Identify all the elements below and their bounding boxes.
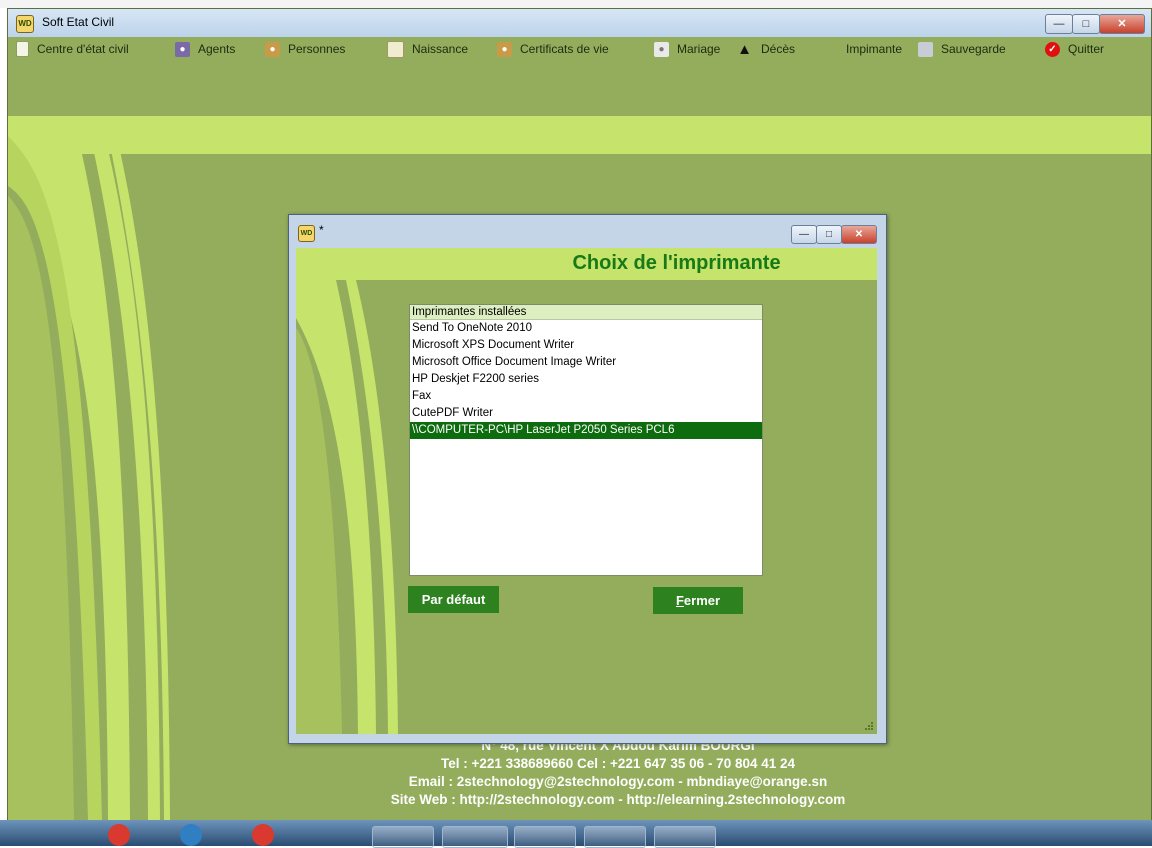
- top-strip: [0, 0, 1152, 8]
- dialog-close-button[interactable]: ✕: [841, 225, 877, 244]
- menu-label: Sauvegarde: [941, 42, 1006, 56]
- printer-row[interactable]: Fax: [410, 388, 762, 405]
- minimize-button[interactable]: —: [1045, 14, 1073, 34]
- people-icon: ●: [265, 41, 280, 57]
- footer-email: Email : 2stechnology@2stechnology.com - …: [408, 774, 828, 789]
- footer-phone: Tel : +221 338689660 Cel : +221 647 35 0…: [440, 756, 796, 771]
- menu-item-naissance[interactable]: Naissance: [387, 40, 469, 58]
- dialog-decorative-arcs: [296, 280, 398, 734]
- menu-label: Impimante: [846, 42, 903, 56]
- taskbar-button[interactable]: [372, 826, 434, 848]
- printer-dialog: WD * — □ ✕ Choix de l'imprimante Imprimant…: [288, 214, 887, 744]
- coffin-icon: ▲: [737, 40, 752, 58]
- app-logo-icon: WD: [298, 225, 315, 242]
- taskbar-button[interactable]: [654, 826, 716, 848]
- decorative-arcs: [8, 116, 170, 821]
- couple-icon: ●: [654, 41, 669, 57]
- taskbar: [0, 820, 1152, 848]
- printer-row[interactable]: Microsoft XPS Document Writer: [410, 337, 762, 354]
- printer-row[interactable]: Microsoft Office Document Image Writer: [410, 354, 762, 371]
- close-button-label: ermer: [683, 593, 721, 608]
- close-button-accelerator: F: [675, 593, 684, 608]
- maximize-button[interactable]: □: [1072, 14, 1100, 34]
- header-band: [8, 61, 1151, 116]
- menu-item-quitter[interactable]: ✓ Quitter: [1045, 41, 1104, 57]
- footer-website: Site Web : http://2stechnology.com - htt…: [390, 792, 846, 807]
- menu-item-centre-etat-civil[interactable]: Centre d'état civil: [16, 41, 129, 57]
- notebook-icon: [387, 40, 404, 58]
- dialog-window-controls: — □ ✕: [791, 225, 877, 244]
- people-icon: ●: [497, 41, 512, 57]
- close-button[interactable]: ✕: [1099, 14, 1145, 34]
- taskbar-button[interactable]: [514, 826, 576, 848]
- dialog-maximize-button[interactable]: □: [816, 225, 842, 244]
- decorative-strip: [8, 116, 1151, 154]
- window-controls: — □ ✕: [1045, 14, 1145, 34]
- dialog-body: Choix de l'imprimante Imprimantes instal…: [296, 248, 877, 734]
- menu-label: Mariage: [677, 42, 721, 56]
- printer-row[interactable]: Send To OneNote 2010: [410, 320, 762, 337]
- dialog-heading: Choix de l'imprimante: [572, 252, 781, 274]
- taskbar-button[interactable]: [442, 826, 508, 848]
- dialog-minimize-button[interactable]: —: [791, 225, 817, 244]
- app-title: Soft Etat Civil: [42, 15, 115, 29]
- printer-row[interactable]: CutePDF Writer: [410, 405, 762, 422]
- printer-list[interactable]: Imprimantes installées Send To OneNote 2…: [409, 304, 763, 576]
- menu-bar: Centre d'état civil ● Agents ● Personnes…: [8, 37, 1151, 62]
- menu-item-imprimante[interactable]: Impimante: [846, 41, 902, 57]
- close-dialog-button[interactable]: Fermer: [653, 587, 743, 614]
- resize-grip-icon[interactable]: [865, 722, 873, 730]
- printer-row-selected[interactable]: \\COMPUTER-PC\HP LaserJet P2050 Series P…: [410, 422, 762, 439]
- menu-item-deces[interactable]: ▲ Décès: [736, 41, 795, 57]
- taskbar-app-icon[interactable]: [108, 824, 130, 846]
- taskbar-button[interactable]: [584, 826, 646, 848]
- menu-label: Agents: [198, 42, 236, 56]
- dialog-titlebar[interactable]: WD * — □ ✕: [289, 215, 886, 245]
- menu-item-personnes[interactable]: ● Personnes: [265, 41, 345, 57]
- menu-label: Quitter: [1068, 42, 1105, 56]
- backup-icon: [918, 41, 933, 57]
- menu-label: Naissance: [412, 42, 469, 56]
- printer-row[interactable]: HP Deskjet F2200 series: [410, 371, 762, 388]
- agent-icon: ●: [175, 41, 190, 57]
- menu-item-mariage[interactable]: ● Mariage: [654, 41, 720, 57]
- list-column-header[interactable]: Imprimantes installées: [410, 305, 762, 320]
- menu-label: Certificats de vie: [520, 42, 609, 56]
- taskbar-app-icon[interactable]: [180, 824, 202, 846]
- menu-label: Personnes: [288, 42, 346, 56]
- app-titlebar: WD Soft Etat Civil — □ ✕: [8, 9, 1151, 37]
- menu-label: Décès: [761, 42, 796, 56]
- app-logo-icon: WD: [16, 15, 34, 33]
- contact-footer: N° 48, rue Vincent X Abdou Karim BOURGI …: [328, 737, 908, 809]
- menu-label: Centre d'état civil: [37, 42, 129, 56]
- check-red-icon: ✓: [1045, 41, 1060, 57]
- menu-item-agents[interactable]: ● Agents: [175, 41, 235, 57]
- taskbar-app-icon[interactable]: [252, 824, 274, 846]
- default-printer-button[interactable]: Par défaut: [408, 586, 499, 613]
- menu-item-certificats-de-vie[interactable]: ● Certificats de vie: [497, 41, 609, 57]
- menu-item-sauvegarde[interactable]: Sauvegarde: [918, 41, 1006, 57]
- dialog-title: *: [319, 223, 324, 237]
- page-icon: [16, 41, 29, 57]
